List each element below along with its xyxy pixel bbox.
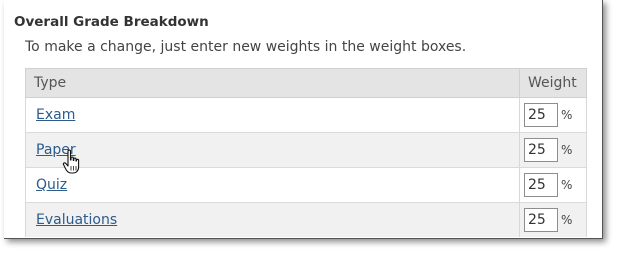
type-link-paper[interactable]: Paper (36, 142, 76, 158)
weight-cell: % (519, 132, 587, 168)
type-cell: Evaluations (25, 202, 520, 237)
table-row: Quiz % (25, 167, 587, 203)
table-row: Exam % (25, 97, 587, 133)
type-link-evaluations[interactable]: Evaluations (36, 212, 117, 228)
section-title: Overall Grade Breakdown (14, 14, 209, 30)
percent-sign: % (561, 213, 573, 227)
table-row: Evaluations % (25, 202, 587, 237)
weight-column-header: Weight (519, 68, 587, 98)
type-link-quiz[interactable]: Quiz (36, 177, 67, 193)
weight-cell: % (519, 97, 587, 133)
type-column-header: Type (25, 68, 520, 98)
weight-input-paper[interactable] (524, 138, 558, 162)
table-header-row: Type Weight (25, 68, 587, 98)
instructions-text: To make a change, just enter new weights… (25, 39, 467, 55)
type-cell: Quiz (25, 167, 520, 203)
weight-input-quiz[interactable] (524, 173, 558, 197)
type-link-exam[interactable]: Exam (36, 107, 75, 123)
table-row: Paper % (25, 132, 587, 168)
type-cell: Paper (25, 132, 520, 168)
type-cell: Exam (25, 97, 520, 133)
weight-cell: % (519, 202, 587, 237)
weight-cell: % (519, 167, 587, 203)
percent-sign: % (561, 143, 573, 157)
percent-sign: % (561, 178, 573, 192)
grade-breakdown-panel: Overall Grade Breakdown To make a change… (4, 0, 603, 239)
weight-input-evaluations[interactable] (524, 208, 558, 232)
weight-input-exam[interactable] (524, 103, 558, 127)
percent-sign: % (561, 108, 573, 122)
grade-weights-table: Type Weight Exam % Paper % Quiz % (25, 68, 587, 237)
